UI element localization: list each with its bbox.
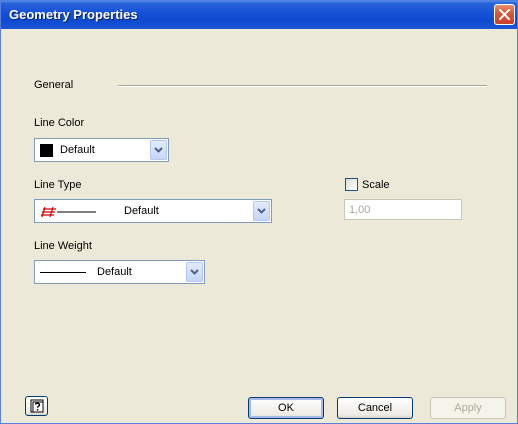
line-weight-dropdown-button[interactable]	[186, 262, 203, 282]
line-type-value: Default	[124, 205, 159, 217]
line-type-label: Line Type	[34, 179, 82, 191]
scale-input[interactable]	[344, 199, 462, 220]
cancel-button[interactable]: Cancel	[337, 397, 413, 419]
apply-button-label: Apply	[454, 402, 482, 414]
chevron-down-icon	[190, 269, 199, 275]
general-section-label: General	[34, 79, 74, 91]
help-button[interactable]	[25, 396, 48, 416]
chevron-down-icon	[257, 208, 266, 214]
line-type-icon	[41, 206, 96, 218]
general-section-divider	[118, 85, 487, 87]
line-type-dropdown-button[interactable]	[253, 201, 270, 221]
chevron-down-icon	[154, 147, 163, 153]
ok-button[interactable]: OK	[248, 397, 324, 419]
geometry-properties-dialog: Geometry Properties General Line Color D…	[0, 0, 518, 424]
close-icon	[499, 9, 510, 20]
cancel-button-label: Cancel	[357, 402, 393, 414]
line-color-dropdown-button[interactable]	[150, 140, 167, 160]
help-question-icon	[30, 399, 44, 413]
line-color-dropdown[interactable]: Default	[34, 138, 169, 162]
line-weight-label: Line Weight	[34, 240, 92, 252]
apply-button[interactable]: Apply	[430, 397, 506, 419]
line-type-dropdown[interactable]: Default	[34, 199, 272, 223]
ok-button-label: OK	[278, 402, 294, 414]
scale-checkbox[interactable]	[345, 178, 358, 191]
line-color-label: Line Color	[34, 117, 85, 129]
close-button[interactable]	[494, 4, 515, 25]
line-weight-value: Default	[97, 266, 132, 278]
title-bar[interactable]: Geometry Properties	[1, 1, 517, 29]
window-title: Geometry Properties	[9, 7, 138, 22]
scale-checkbox-label[interactable]: Scale	[362, 179, 390, 191]
line-color-value: Default	[60, 144, 95, 156]
line-color-swatch	[40, 144, 53, 157]
line-weight-dropdown[interactable]: Default	[34, 260, 205, 284]
line-weight-preview	[40, 272, 86, 273]
